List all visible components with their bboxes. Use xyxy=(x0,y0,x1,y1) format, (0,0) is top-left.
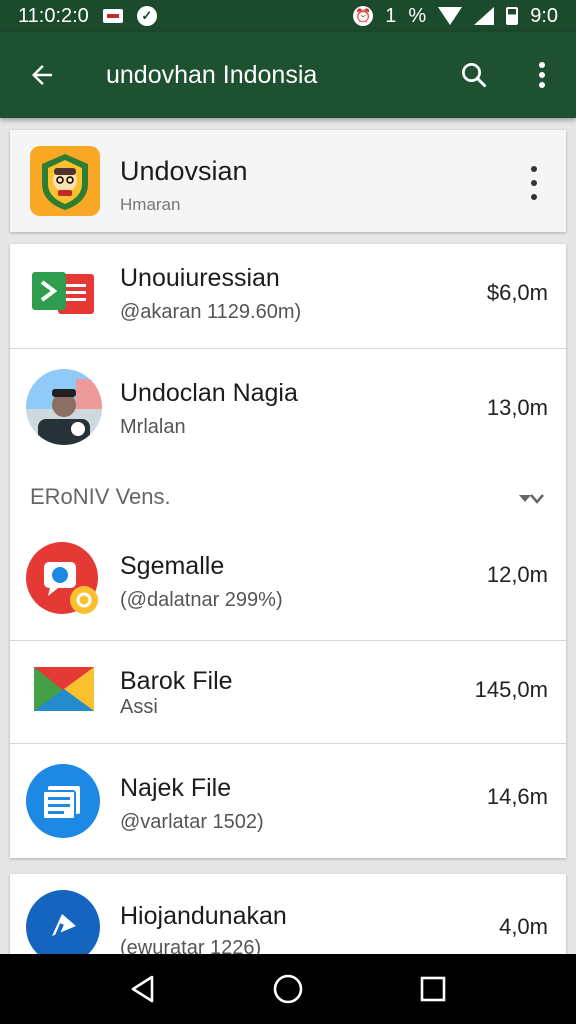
person-avatar-icon xyxy=(26,369,102,445)
item-menu-button[interactable] xyxy=(526,166,542,200)
list-item-name: Barok File xyxy=(120,667,233,695)
blue-doc-icon xyxy=(26,764,100,838)
square-recents-icon xyxy=(421,976,446,1002)
list-item-name: Undoclan Nagia xyxy=(120,379,298,407)
envelope-icon xyxy=(34,667,94,711)
file-list-card: Unouiuressian @akaran 1129.60m) $6,0m Un… xyxy=(10,244,566,858)
list-item-name: Hiojandunakan xyxy=(120,902,287,930)
back-button[interactable] xyxy=(0,32,84,118)
list-item[interactable]: Undoclan Nagia Mrlalan 13,0m xyxy=(10,349,566,467)
arrow-back-icon xyxy=(32,65,52,85)
more-vert-dot xyxy=(531,194,537,200)
nav-recents-button[interactable] xyxy=(403,959,463,1019)
list-item-size: $6,0m xyxy=(486,280,548,305)
list-item-subtitle: Mrlalan xyxy=(120,416,186,438)
list-item-subtitle: @varlatar 1502) xyxy=(120,811,264,833)
status-clock-right: 9:0 xyxy=(530,4,558,27)
header-item-name: Undovsian xyxy=(120,156,248,186)
page-title: undovhan Indonsia xyxy=(106,60,318,89)
signal-icon xyxy=(474,7,495,25)
list-item-size: 14,6m xyxy=(486,784,548,809)
list-item-size: 145,0m xyxy=(474,677,548,702)
vpn-icon: ✓ xyxy=(136,6,157,26)
red-chat-icon xyxy=(26,542,102,618)
more-vert-icon xyxy=(539,62,545,88)
list-item-name: Unouiuressian xyxy=(120,264,280,292)
list-item-name: Sgemalle xyxy=(120,552,225,580)
wifi-icon xyxy=(438,7,463,25)
circle-home-icon xyxy=(273,974,303,1004)
search-icon xyxy=(462,63,487,88)
list-item-size: 13,0m xyxy=(486,395,548,420)
list-item-subtitle: (@dalatnar 299%) xyxy=(120,589,283,611)
list-item[interactable]: Najek File @varlatar 1502) 14,6m xyxy=(10,744,566,856)
status-bar: 11:0:2:0 ✓ ⏰ 1 % 9:0 xyxy=(0,0,576,32)
more-vert-dot xyxy=(531,180,537,186)
chevron-down-icon[interactable] xyxy=(518,492,544,506)
list-item[interactable]: Barok File Assi 145,0m xyxy=(10,641,566,743)
status-time: 11:0:2:0 xyxy=(18,4,89,27)
green-red-app-icon xyxy=(32,266,96,326)
nav-home-button[interactable] xyxy=(258,959,318,1019)
battery-icon xyxy=(506,7,519,25)
badge-app-icon xyxy=(30,146,100,216)
system-nav-bar xyxy=(0,954,576,1024)
nav-back-button[interactable] xyxy=(113,959,173,1019)
list-item[interactable]: Unouiuressian @akaran 1129.60m) $6,0m xyxy=(10,244,566,348)
notification-badge-icon xyxy=(102,9,123,23)
app-bar: undovhan Indonsia xyxy=(0,32,576,118)
list-item-size: 12,0m xyxy=(486,562,548,587)
status-battery-percent: % xyxy=(408,4,427,27)
section-header: ERoNIV Vens. xyxy=(30,484,171,509)
status-battery-number: 1 xyxy=(385,4,397,27)
list-item-subtitle: Assi xyxy=(120,696,158,718)
blue-pin-icon xyxy=(26,890,100,964)
list-item-subtitle: @akaran 1129.60m) xyxy=(120,301,302,323)
list-item-size: 4,0m xyxy=(499,914,548,939)
list-item[interactable]: Sgemalle (@dalatnar 299%) 12,0m xyxy=(10,534,566,640)
header-item-card[interactable]: Undovsian Hmaran xyxy=(10,130,566,232)
overflow-menu-button[interactable] xyxy=(508,32,576,118)
alarm-icon: ⏰ xyxy=(353,6,374,26)
more-vert-icon xyxy=(531,166,537,172)
triangle-back-icon xyxy=(131,975,153,1003)
bottom-item-card[interactable]: Hiojandunakan (ewuratar 1226) 4,0m xyxy=(10,874,566,964)
header-item-subtitle: Hmaran xyxy=(120,195,181,214)
search-button[interactable] xyxy=(440,32,508,118)
list-item-name: Najek File xyxy=(120,774,232,802)
